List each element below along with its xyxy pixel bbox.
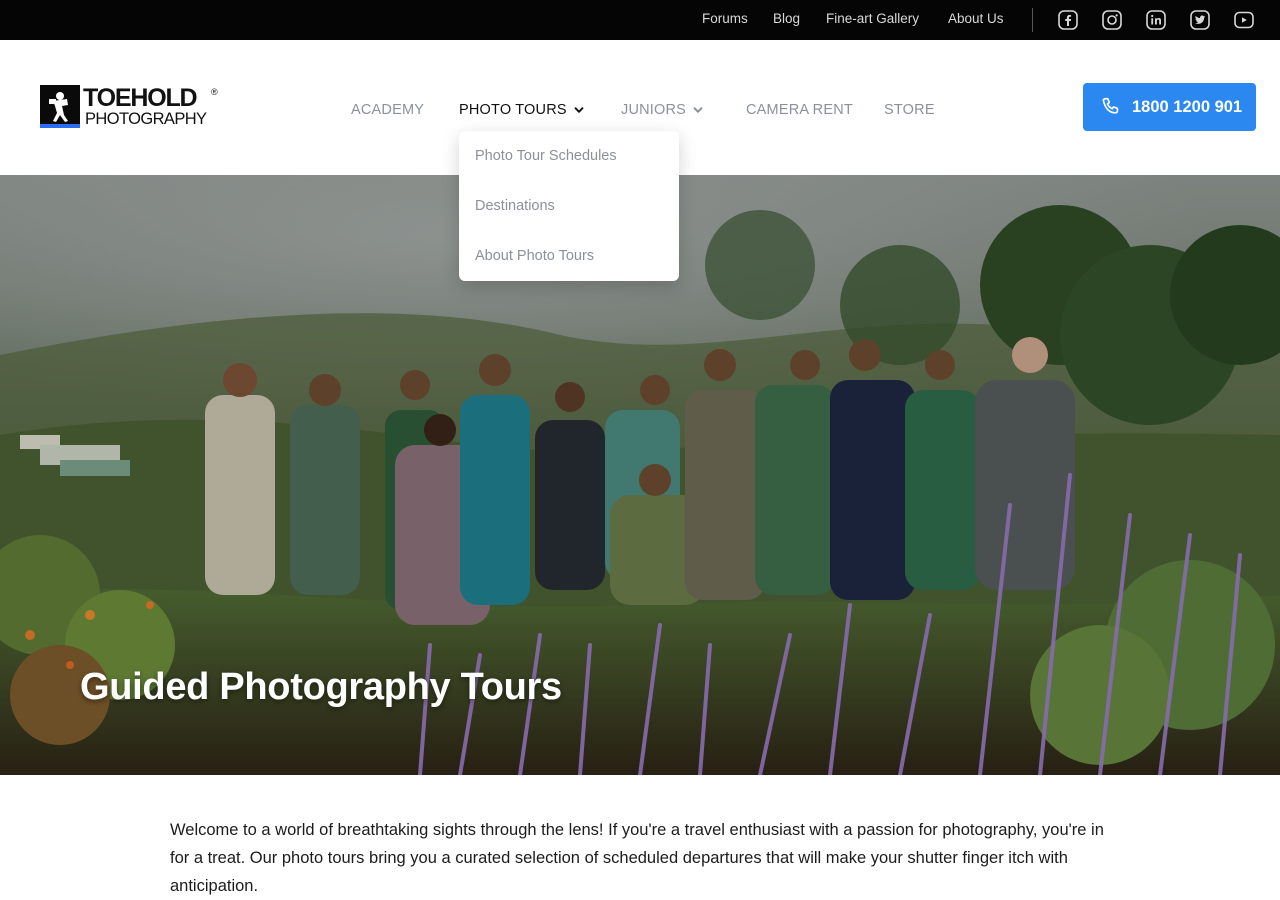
topbar-divider (1032, 8, 1033, 32)
nav-store-label: STORE (884, 102, 935, 118)
hero-title: Guided Photography Tours (80, 666, 562, 708)
nav-camera-rent-label: CAMERA RENT (746, 102, 853, 118)
phone-icon (1100, 96, 1122, 118)
chevron-down-icon (573, 104, 585, 116)
dropdown-item-about-photo-tours[interactable]: About Photo Tours (475, 248, 594, 264)
topbar-link-forums[interactable]: Forums (702, 11, 748, 26)
site-logo[interactable]: TOEHOLD PHOTOGRAPHY ® (40, 85, 225, 131)
nav-camera-rent[interactable]: CAMERA RENT (746, 102, 853, 118)
nav-photo-tours[interactable]: PHOTO TOURS (459, 102, 585, 118)
logo-registered-mark: ® (211, 87, 218, 97)
topbar-link-about-us[interactable]: About Us (948, 11, 1004, 26)
phone-number: 1800 1200 901 (1132, 97, 1243, 116)
photo-tours-dropdown: Photo Tour Schedules Destinations About … (459, 131, 679, 281)
nav-juniors-label: JUNIORS (621, 102, 687, 118)
top-bar: Forums Blog Fine-art Gallery About Us (0, 0, 1280, 40)
nav-academy[interactable]: ACADEMY (351, 102, 424, 118)
topbar-link-blog[interactable]: Blog (773, 11, 800, 26)
youtube-icon[interactable] (1234, 10, 1254, 30)
topbar-link-fine-art-gallery[interactable]: Fine-art Gallery (826, 11, 919, 26)
facebook-icon[interactable] (1058, 10, 1078, 30)
instagram-icon[interactable] (1102, 10, 1122, 30)
nav-academy-label: ACADEMY (351, 102, 425, 118)
nav-store[interactable]: STORE (884, 102, 935, 118)
intro-paragraph: Welcome to a world of breathtaking sight… (170, 821, 1104, 895)
nav-photo-tours-label: PHOTO TOURS (459, 102, 567, 118)
chevron-down-icon (692, 104, 704, 116)
logo-line1: TOEHOLD (83, 85, 197, 112)
dropdown-item-photo-tour-schedules[interactable]: Photo Tour Schedules (475, 148, 617, 164)
logo-line2: PHOTOGRAPHY (85, 110, 207, 128)
linkedin-icon[interactable] (1146, 10, 1166, 30)
phone-call-button[interactable]: 1800 1200 901 (1083, 83, 1256, 131)
nav-juniors[interactable]: JUNIORS (621, 102, 704, 118)
dropdown-item-destinations[interactable]: Destinations (475, 198, 555, 214)
twitter-icon[interactable] (1190, 10, 1210, 30)
